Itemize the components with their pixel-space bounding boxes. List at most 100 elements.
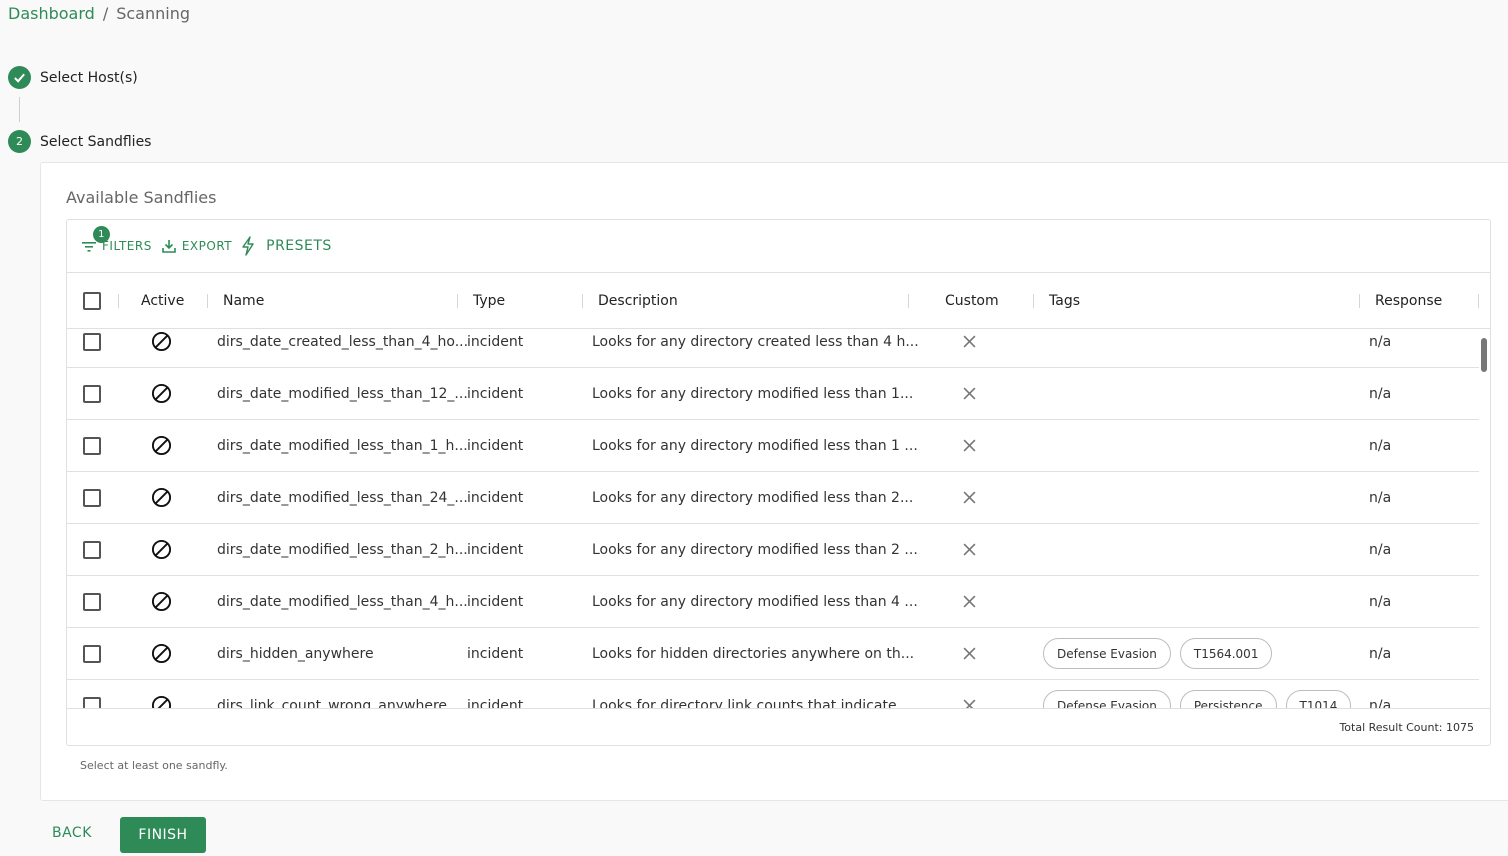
finish-button[interactable]: FINISH [120,817,206,853]
row-checkbox[interactable] [83,488,101,507]
disabled-icon [151,435,172,456]
x-icon [963,699,976,708]
row-checkbox[interactable] [83,644,101,663]
active-cell [151,628,172,679]
row-checkbox[interactable] [83,436,101,455]
tag-chip[interactable]: Defense Evasion [1043,638,1171,669]
row-select-cell [83,576,101,627]
back-button[interactable]: BACK [52,825,92,841]
row-checkbox[interactable] [83,540,101,559]
column-header-name[interactable]: Name [223,273,264,329]
type-cell: incident [467,593,524,610]
name-cell: dirs_date_modified_less_than_2_h... [217,541,468,558]
panel-title: Available Sandflies [66,188,217,207]
column-header-active[interactable]: Active [141,273,184,329]
column-header-response[interactable]: Response [1375,273,1442,329]
scrollbar-thumb[interactable] [1481,338,1487,372]
step-select-hosts[interactable]: Select Host(s) [8,66,138,89]
row-select-cell [83,420,101,471]
type-cell: incident [467,333,524,350]
x-icon [963,543,976,556]
name-cell: dirs_date_modified_less_than_12_... [217,385,468,402]
description-cell: Looks for any directory modified less th… [592,541,918,558]
type-cell: incident [467,437,524,454]
vertical-scrollbar[interactable] [1479,329,1489,708]
column-separator[interactable] [1478,294,1479,308]
tag-chip[interactable]: Defense Evasion [1043,690,1171,708]
tags-cell: Defense Evasion T1564.001 [1043,628,1281,679]
custom-cell [963,329,976,367]
sandflies-grid: 1 FILTERS EXPORT PRESETS Active Name Typ… [66,219,1491,746]
presets-label: PRESETS [266,238,332,254]
presets-button[interactable]: PRESETS [241,236,332,256]
breadcrumb: Dashboard / Scanning [8,4,190,24]
step-number: 2 [8,130,31,153]
column-header-description[interactable]: Description [598,273,678,329]
breadcrumb-current: Scanning [116,4,190,23]
column-separator[interactable] [582,294,583,308]
table-row[interactable]: dirs_date_modified_less_than_4_h... incid… [67,576,1479,628]
row-select-cell [83,368,101,419]
x-icon [963,387,976,400]
table-row[interactable]: dirs_date_modified_less_than_2_h... incid… [67,524,1479,576]
tag-chip[interactable]: T1564.001 [1179,638,1273,669]
description-cell: Looks for hidden directories anywhere on… [592,645,915,662]
disabled-icon [151,383,172,404]
response-cell: n/a [1369,593,1392,610]
column-header-tags[interactable]: Tags [1049,273,1080,329]
active-cell [151,368,172,419]
custom-cell [963,420,976,471]
table-row[interactable]: dirs_date_created_less_than_4_ho... incid… [67,329,1479,368]
row-checkbox[interactable] [83,384,101,403]
table-row[interactable]: dirs_hidden_anywhere incident Looks for hi… [67,628,1479,680]
tag-chip[interactable]: T1014 [1285,690,1352,708]
table-row[interactable]: dirs_date_modified_less_than_24_... incid… [67,472,1479,524]
custom-cell [963,524,976,575]
grid-footer: Total Result Count: 1075 [67,708,1490,745]
description-cell: Looks for any directory modified less th… [592,385,914,402]
table-row[interactable]: dirs_link_count_wrong_anywhere incident Lo… [67,680,1479,708]
active-cell [151,680,172,708]
column-separator[interactable] [908,294,909,308]
filters-label: FILTERS [102,239,152,253]
breadcrumb-separator: / [102,4,109,23]
grid-header: Active Name Type Description Custom Tags… [67,273,1490,329]
type-cell: incident [467,385,524,402]
row-checkbox[interactable] [83,592,101,611]
row-checkbox[interactable] [83,696,101,708]
active-cell [151,420,172,471]
column-separator[interactable] [207,294,208,308]
disabled-icon [151,487,172,508]
row-checkbox[interactable] [83,332,101,351]
description-cell: Looks for directory link counts that ind… [592,697,915,709]
x-icon [963,647,976,660]
column-header-type[interactable]: Type [473,273,505,329]
grid-body[interactable]: dirs_date_created_less_than_4_ho... incid… [67,329,1479,708]
column-separator[interactable] [118,294,119,308]
column-separator[interactable] [1033,294,1034,308]
select-all-checkbox[interactable] [83,292,101,310]
filters-button[interactable]: 1 FILTERS [81,226,152,253]
table-row[interactable]: dirs_date_modified_less_than_1_h... incid… [67,420,1479,472]
name-cell: dirs_date_modified_less_than_4_h... [217,593,468,610]
step-select-sandflies[interactable]: 2 Select Sandflies [8,130,151,153]
response-cell: n/a [1369,489,1392,506]
type-cell: incident [467,697,524,709]
grid-toolbar: 1 FILTERS EXPORT PRESETS [67,220,1490,273]
row-select-cell [83,472,101,523]
table-row[interactable]: dirs_date_modified_less_than_12_... incid… [67,368,1479,420]
disabled-icon [151,591,172,612]
row-select-cell [83,329,101,367]
response-cell: n/a [1369,697,1392,709]
tag-chip[interactable]: Persistence [1179,690,1277,708]
response-cell: n/a [1369,333,1392,350]
column-header-custom[interactable]: Custom [945,273,999,329]
x-icon [963,335,976,348]
breadcrumb-dashboard-link[interactable]: Dashboard [8,4,95,24]
row-select-cell [83,628,101,679]
column-separator[interactable] [457,294,458,308]
active-cell [151,329,172,367]
disabled-icon [151,539,172,560]
export-button[interactable]: EXPORT [161,238,232,254]
column-separator[interactable] [1359,294,1360,308]
